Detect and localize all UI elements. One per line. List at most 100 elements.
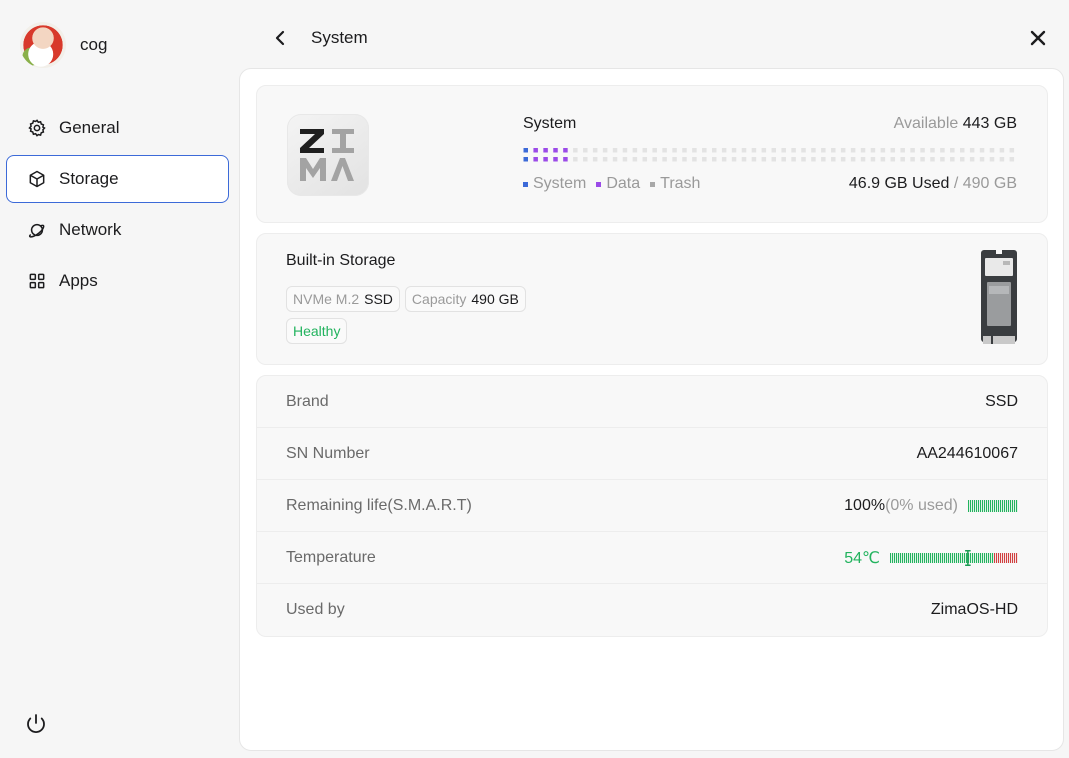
usage-dot (662, 148, 667, 153)
builtin-storage-title: Built-in Storage (286, 252, 396, 269)
usage-dot (791, 157, 796, 162)
usage-dot (910, 157, 915, 162)
temperature-tick (940, 552, 942, 563)
life-tick (1006, 499, 1008, 512)
temperature-tick (936, 552, 938, 563)
temperature-tick (904, 552, 906, 563)
close-icon[interactable] (1027, 27, 1049, 49)
usage-dot (533, 157, 538, 162)
temperature-tick (1012, 552, 1014, 563)
nvme-ssd-image (981, 250, 1017, 344)
usage-dot (761, 148, 767, 153)
usage-dot (781, 157, 786, 162)
legend-label: Data (606, 175, 641, 192)
temperature-tick (932, 552, 934, 563)
usage-dot (533, 148, 538, 153)
temperature-tick (988, 552, 990, 563)
avatar[interactable] (20, 22, 66, 68)
usage-dot (592, 157, 598, 162)
usage-dot (930, 157, 935, 162)
usage-dot (583, 157, 588, 162)
sidebar-item-general[interactable]: General (6, 104, 229, 152)
temperature-tick (948, 552, 950, 563)
main-panel: System Available 443 GB System Data Tras… (239, 68, 1064, 751)
sidebar-item-network[interactable]: Network (6, 206, 229, 254)
usage-dot (682, 157, 687, 162)
sidebar-item-apps[interactable]: Apps (6, 257, 229, 305)
legend-label: System (533, 175, 587, 192)
temperature-value-group: 54℃ (844, 548, 1018, 568)
usage-dot (791, 148, 796, 153)
usage-dot (751, 148, 757, 153)
temperature-tick (924, 552, 926, 563)
usage-dot (662, 157, 667, 162)
power-icon[interactable] (24, 712, 48, 736)
temperature-marker-cap (965, 549, 971, 551)
temperature-tick (928, 552, 930, 563)
usage-dot (900, 148, 905, 153)
life-tick (1002, 499, 1004, 512)
system-title: System (523, 115, 577, 132)
usage-dot (890, 148, 896, 153)
usage-dot (563, 157, 568, 162)
usage-dot (751, 157, 757, 162)
system-storage-card[interactable]: System Available 443 GB System Data Tras… (256, 85, 1048, 223)
usage-dot (1009, 148, 1015, 153)
usage-legend: System Data Trash (523, 175, 710, 193)
usage-dot (850, 148, 856, 153)
usage-dot (632, 148, 638, 153)
temperature-tick (978, 552, 980, 563)
tag-key: NVMe M.2 (293, 291, 360, 307)
temperature-label: Temperature (286, 548, 376, 566)
temperature-tick (912, 552, 914, 563)
usage-dot (880, 157, 886, 162)
temperature-tick (920, 552, 922, 563)
usage-dot (920, 148, 925, 153)
builtin-storage-card[interactable]: Built-in Storage NVMe M.2 SSD Capacity 4… (256, 233, 1048, 365)
temperature-tick (1004, 552, 1006, 563)
gear-icon (28, 119, 46, 137)
legend-item-system: System (523, 175, 586, 193)
temperature-tick (976, 552, 978, 563)
temperature-tick (958, 552, 960, 563)
temperature-tick (992, 552, 994, 563)
temperature-tick (908, 552, 910, 563)
usage-dot (880, 148, 886, 153)
usage-dot (642, 157, 648, 162)
usage-dot (592, 148, 598, 153)
usage-dot (692, 157, 697, 162)
sidebar-item-storage[interactable]: Storage (6, 155, 229, 203)
life-tick (970, 499, 972, 512)
legend-label: Trash (660, 175, 701, 192)
temperature-tick (900, 552, 902, 563)
usage-dot (940, 148, 945, 153)
usage-dot (1009, 157, 1015, 162)
tag-key: Capacity (411, 291, 467, 307)
detail-row-remaining-life: Remaining life(S.M.A.R.T) 100% (0% used) (257, 480, 1047, 532)
usage-dot (553, 148, 558, 153)
usage-dot (602, 157, 608, 162)
usage-dot (781, 148, 786, 153)
usage-dot (821, 157, 826, 162)
usage-dot (890, 157, 896, 162)
usage-dot (989, 148, 995, 153)
user-profile[interactable]: cog (20, 22, 107, 68)
tag-value: SSD (364, 291, 393, 307)
zima-logo (287, 114, 369, 196)
usage-dot (523, 148, 528, 153)
available-space: Available 443 GB (894, 115, 1017, 133)
detail-row-brand: Brand SSD (257, 376, 1047, 428)
usage-dot (959, 157, 965, 162)
life-tick (988, 499, 990, 512)
sidebar-item-label: Storage (59, 169, 119, 188)
life-tick (984, 499, 986, 512)
usage-dot (731, 148, 737, 153)
temperature-tick (906, 552, 908, 563)
total-value: / 490 GB (953, 175, 1017, 192)
life-tick (972, 499, 974, 512)
back-chevron-icon[interactable] (270, 27, 290, 49)
usage-dot (692, 148, 697, 153)
sidebar-item-label: Network (59, 220, 122, 239)
life-tick (1012, 499, 1014, 512)
usage-dot (840, 148, 846, 153)
